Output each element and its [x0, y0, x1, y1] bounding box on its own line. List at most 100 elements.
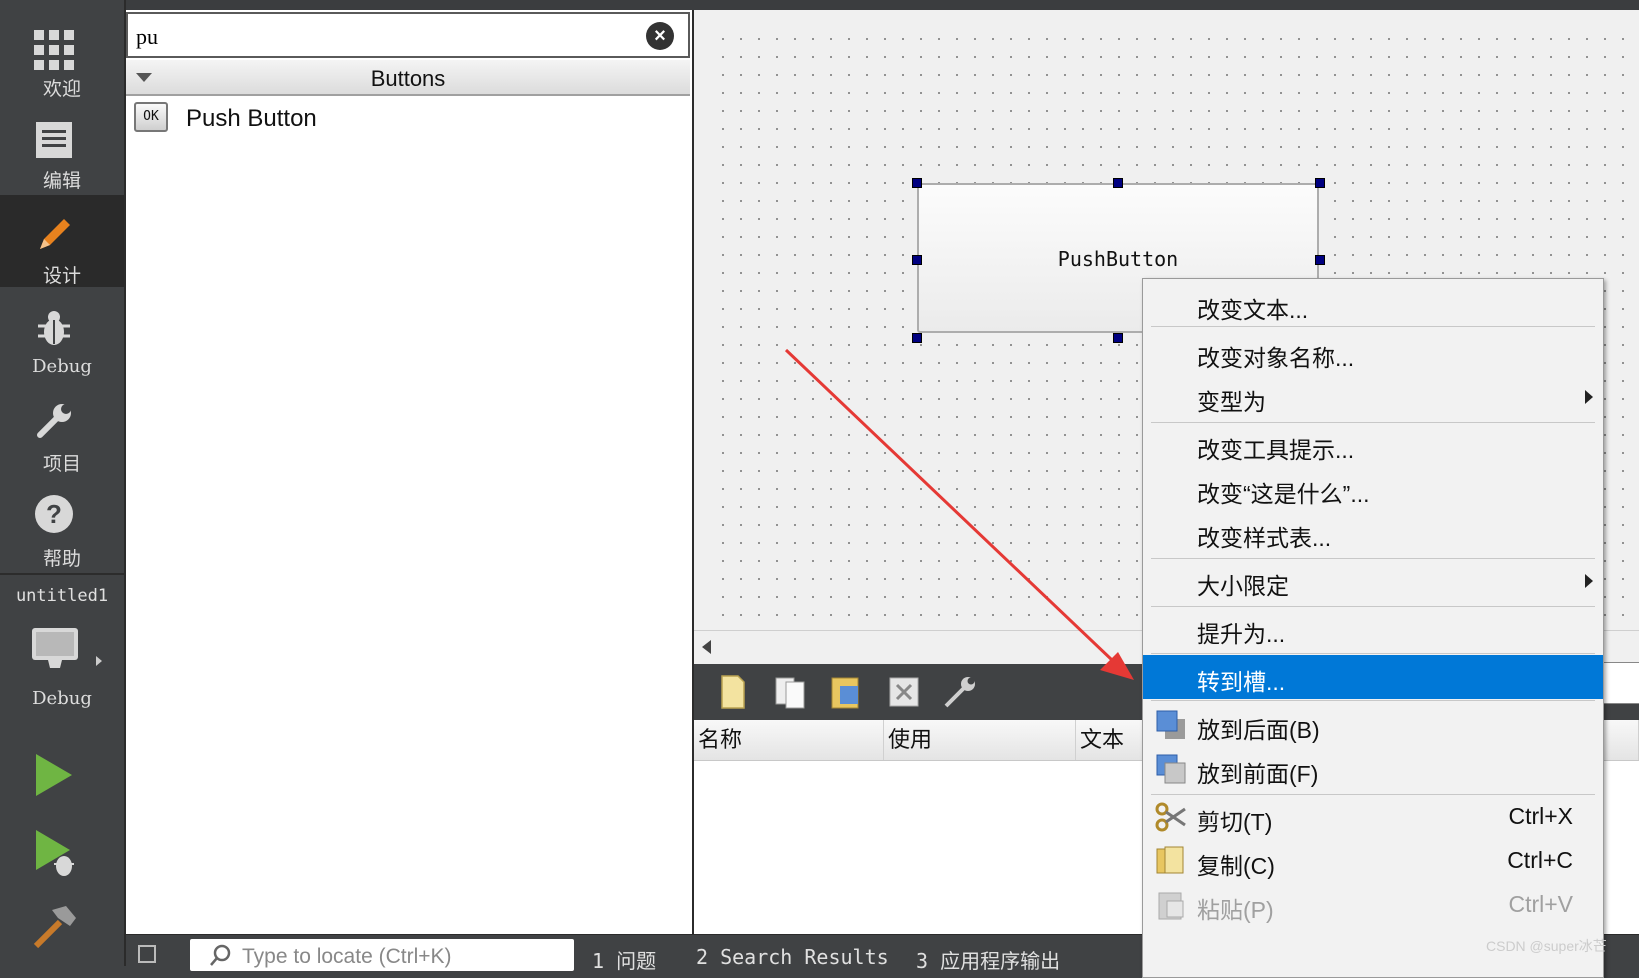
- toggle-sidebar-icon[interactable]: [138, 945, 156, 963]
- menu-item-label: 大小限定: [1197, 573, 1289, 599]
- mode-welcome[interactable]: 欢迎: [0, 0, 124, 100]
- submenu-arrow-icon: [1585, 390, 1593, 404]
- project-name[interactable]: untitled1: [0, 586, 124, 606]
- widget-item-push-button[interactable]: OK Push Button: [134, 98, 674, 140]
- menu-item-change-whats-this[interactable]: 改变“这是什么”...: [1143, 467, 1603, 511]
- menu-item-label: 变型为: [1197, 389, 1266, 415]
- context-menu: 改变文本... 改变对象名称... 变型为 改变工具提示... 改变“这是什么”…: [1142, 278, 1604, 978]
- menu-item-change-tooltip[interactable]: 改变工具提示...: [1143, 423, 1603, 467]
- menu-item-shortcut: Ctrl+V: [1508, 891, 1573, 917]
- category-label: Buttons: [370, 66, 446, 91]
- search-icon: [210, 944, 231, 966]
- build-hammer-icon[interactable]: [30, 904, 80, 950]
- menu-item-send-to-back[interactable]: 放到后面(B): [1143, 703, 1603, 747]
- menu-item-change-object-name[interactable]: 改变对象名称...: [1143, 331, 1603, 375]
- widget-item-label: Push Button: [186, 105, 317, 132]
- mode-label: 欢迎: [42, 79, 81, 100]
- mode-edit[interactable]: 编辑: [0, 100, 124, 192]
- output-tab-issues[interactable]: 1 问题: [592, 945, 656, 974]
- menu-item-label: 改变对象名称...: [1197, 345, 1355, 371]
- menu-item-label: 改变工具提示...: [1197, 437, 1355, 463]
- menu-item-copy[interactable]: 复制(C) Ctrl+C: [1143, 839, 1603, 883]
- menu-item-label: 改变样式表...: [1197, 525, 1332, 551]
- category-header[interactable]: Buttons: [126, 60, 690, 96]
- delete-action-icon[interactable]: [886, 674, 922, 710]
- bug-icon: [38, 311, 70, 345]
- paste-icon: [1158, 892, 1184, 920]
- menu-item-label: 转到槽...: [1197, 669, 1286, 695]
- locator-input[interactable]: Type to locate (Ctrl+K): [190, 939, 574, 971]
- debug-run-icon[interactable]: [34, 828, 78, 878]
- resize-handle[interactable]: [1113, 178, 1123, 188]
- copy-action-icon[interactable]: [772, 674, 808, 710]
- menu-separator: [1151, 700, 1595, 701]
- filter-input[interactable]: pu ×: [126, 12, 690, 58]
- menu-separator: [1151, 326, 1595, 327]
- resize-handle[interactable]: [912, 178, 922, 188]
- resize-handle[interactable]: [912, 333, 922, 343]
- scroll-left-arrow-icon[interactable]: [702, 640, 711, 654]
- menu-item-label: 放到后面(B): [1197, 717, 1320, 743]
- menu-item-cut[interactable]: 剪切(T) Ctrl+X: [1143, 795, 1603, 839]
- resize-handle[interactable]: [1315, 255, 1325, 265]
- bring-to-front-icon: [1156, 754, 1186, 784]
- resize-handle[interactable]: [912, 255, 922, 265]
- scissors-icon: [1155, 802, 1186, 832]
- output-tab-app-output[interactable]: 3 应用程序输出: [916, 945, 1060, 974]
- wrench-icon: [37, 404, 71, 438]
- pencil-icon: [40, 219, 70, 249]
- mode-bar: 欢迎 编辑 设计 Debug 项目 ? 帮助 untitled1 Debug: [0, 0, 126, 966]
- resize-handle[interactable]: [1113, 333, 1123, 343]
- grid-icon: [34, 30, 74, 70]
- monitor-icon[interactable]: [30, 626, 80, 672]
- output-tab-search-results[interactable]: 2 Search Results: [696, 945, 889, 969]
- document-icon: [36, 122, 72, 158]
- mode-label: 设计: [42, 266, 81, 287]
- mode-label: 帮助: [42, 549, 81, 570]
- form-push-button-label: PushButton: [1057, 247, 1179, 271]
- mode-label: 编辑: [42, 171, 81, 192]
- menu-item-size-constraints[interactable]: 大小限定: [1143, 559, 1603, 603]
- widget-box: pu × Buttons OK Push Button: [126, 10, 692, 934]
- run-icon[interactable]: [34, 752, 74, 798]
- menu-item-shortcut: Ctrl+X: [1508, 803, 1573, 829]
- menu-item-label: 提升为...: [1197, 621, 1286, 647]
- clear-icon[interactable]: ×: [646, 22, 674, 50]
- column-header-used[interactable]: 使用: [884, 720, 1076, 760]
- copy-icon: [1156, 846, 1184, 874]
- filter-value[interactable]: pu: [136, 24, 158, 50]
- menu-item-paste[interactable]: 粘贴(P) Ctrl+V: [1143, 883, 1603, 927]
- menu-item-label: 改变文本...: [1197, 297, 1309, 323]
- mode-debug[interactable]: Debug: [0, 290, 124, 382]
- title-strip: [0, 0, 1639, 10]
- new-action-icon[interactable]: [714, 674, 750, 710]
- menu-item-label: 放到前面(F): [1197, 761, 1319, 787]
- paste-action-icon[interactable]: [828, 674, 864, 710]
- mode-label: 项目: [42, 454, 81, 475]
- push-button-icon: OK: [134, 102, 168, 132]
- mode-design[interactable]: 设计: [0, 195, 124, 287]
- mode-projects[interactable]: 项目: [0, 385, 124, 477]
- menu-item-promote-to[interactable]: 提升为...: [1143, 607, 1603, 651]
- menu-item-morph-into[interactable]: 变型为: [1143, 375, 1603, 419]
- watermark: CSDN @super冰芒: [1486, 938, 1607, 954]
- configure-wrench-icon[interactable]: [942, 674, 978, 710]
- menu-item-shortcut: Ctrl+C: [1507, 847, 1573, 873]
- kit-selector-arrow-icon[interactable]: [96, 656, 102, 666]
- menu-item-label: 粘贴(P): [1197, 897, 1274, 923]
- column-header-name[interactable]: 名称: [694, 720, 884, 760]
- send-to-back-icon: [1156, 710, 1185, 739]
- menu-item-change-text[interactable]: 改变文本...: [1143, 283, 1603, 327]
- svg-text:?: ?: [46, 499, 62, 529]
- resize-handle[interactable]: [1315, 178, 1325, 188]
- menu-item-change-stylesheet[interactable]: 改变样式表...: [1143, 511, 1603, 555]
- mode-help[interactable]: ? 帮助: [0, 480, 124, 572]
- help-icon: ?: [35, 495, 73, 533]
- locator-placeholder: Type to locate (Ctrl+K): [242, 945, 452, 968]
- menu-item-label: 剪切(T): [1197, 809, 1273, 835]
- mode-label: Debug: [32, 356, 92, 377]
- menu-item-label: 复制(C): [1197, 853, 1275, 879]
- menu-item-bring-to-front[interactable]: 放到前面(F): [1143, 747, 1603, 791]
- menu-item-go-to-slot[interactable]: 转到槽...: [1143, 655, 1603, 699]
- build-config-label: Debug: [32, 688, 92, 709]
